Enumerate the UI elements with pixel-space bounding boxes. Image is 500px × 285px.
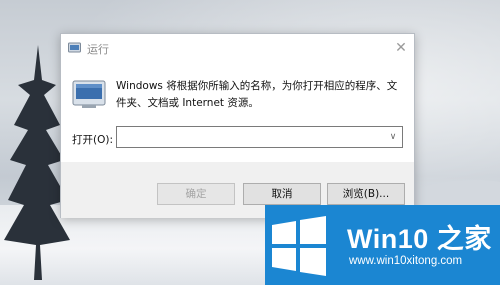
open-input[interactable]: [120, 129, 375, 145]
title-bar[interactable]: 运行 ✕: [61, 34, 414, 62]
ok-button[interactable]: 确定: [157, 183, 235, 205]
win10-watermark: Win10 之家 www.win10xitong.com: [265, 205, 500, 285]
chevron-down-icon[interactable]: ∨: [387, 130, 399, 144]
watermark-url: www.win10xitong.com: [349, 255, 463, 267]
cancel-button[interactable]: 取消: [243, 183, 321, 205]
dialog-description: Windows 将根据你所输入的名称，为你打开相应的程序、文件夹、文档或 Int…: [116, 80, 398, 109]
watermark-title: Win10 之家: [347, 224, 492, 254]
run-dialog: 运行 ✕ Windows 将根据你所输入的名称，为你打开相应的程序、文件夹、文档…: [60, 33, 415, 218]
run-icon: [68, 42, 81, 53]
windows-logo-icon: [272, 216, 326, 276]
browse-button[interactable]: 浏览(B)...: [327, 183, 405, 205]
open-combobox[interactable]: ∨: [116, 126, 403, 148]
run-large-icon: [72, 80, 106, 108]
open-label: 打开(O):: [72, 134, 113, 146]
dialog-title: 运行: [87, 43, 109, 56]
close-button[interactable]: ✕: [391, 38, 411, 58]
